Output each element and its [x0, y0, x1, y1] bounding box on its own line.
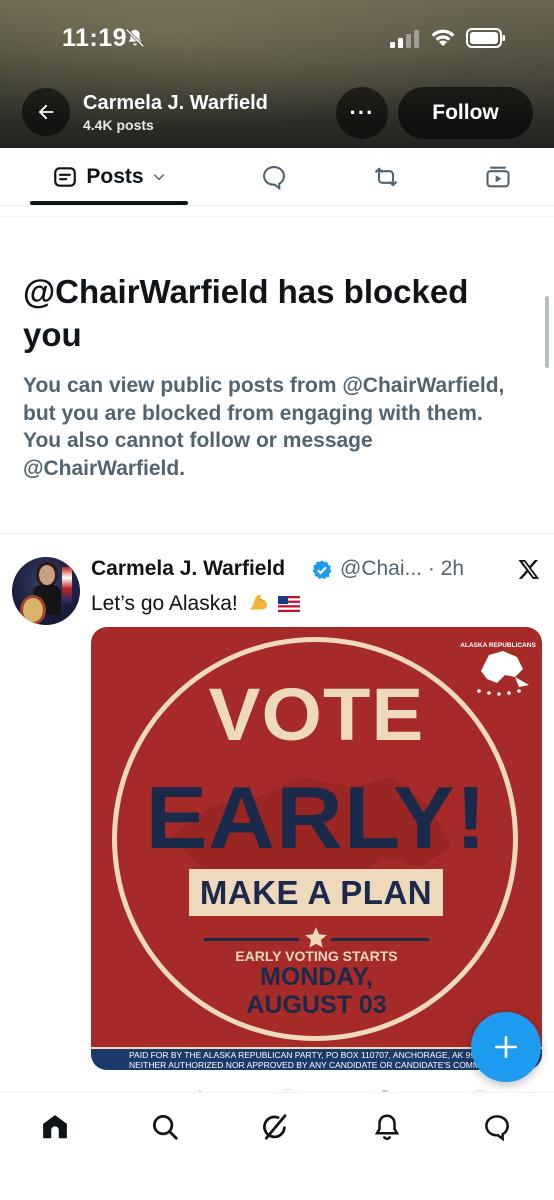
posts-icon: [54, 166, 77, 187]
nav-messages[interactable]: [479, 1109, 515, 1145]
blocked-description: You can view public posts from @ChairWar…: [23, 374, 505, 480]
tweet-text: Let’s go Alaska!: [91, 589, 301, 616]
post-count: 4.4K posts: [83, 117, 154, 133]
tweet-text-body: Let’s go Alaska!: [91, 592, 238, 615]
profile-name: Carmela J. Warfield: [83, 92, 268, 114]
chevron-down-icon: [153, 173, 164, 180]
poster-vote: VOTE: [208, 673, 425, 756]
x-logo-icon: [518, 560, 540, 579]
tab-replies[interactable]: [250, 148, 298, 205]
avatar[interactable]: [12, 557, 80, 625]
tab-media[interactable]: [474, 148, 522, 205]
bottom-navigation: [0, 1092, 554, 1200]
bell-muted-icon: [125, 28, 145, 48]
status-time: 11:19: [62, 24, 128, 52]
media-icon: [486, 166, 510, 187]
back-button[interactable]: [22, 88, 70, 136]
poster-starts: EARLY VOTING STARTS: [235, 948, 398, 964]
compose-post-button[interactable]: [471, 1012, 541, 1082]
search-icon: [153, 1115, 178, 1140]
home-icon: [43, 1115, 67, 1139]
tab-posts[interactable]: Posts: [30, 148, 188, 205]
tweet-image[interactable]: ALASKA REPUBLICANS VOTE EARLY! MAKE A PL…: [91, 627, 542, 1070]
messages-icon: [485, 1115, 509, 1142]
battery-icon: [466, 28, 505, 48]
badge-text: ALASKA REPUBLICANS: [460, 642, 536, 649]
nav-grok[interactable]: [257, 1109, 293, 1145]
more-options-button[interactable]: ···: [336, 87, 388, 139]
poster-date: AUGUST 03: [246, 991, 387, 1019]
arrow-left-icon: [38, 104, 54, 120]
reply-bubble-icon: [263, 165, 285, 190]
scrollbar[interactable]: [545, 296, 549, 368]
nav-notifications[interactable]: [369, 1109, 405, 1145]
follow-button[interactable]: Follow: [398, 87, 533, 139]
poster-early: EARLY!: [145, 768, 488, 867]
verified-badge-icon: [312, 560, 332, 580]
poster-plan-box: MAKE A PLAN: [189, 869, 443, 916]
repost-icon: [374, 166, 398, 187]
nav-search[interactable]: [147, 1109, 183, 1145]
tweet-handle-time: @Chai... · 2h: [340, 557, 465, 580]
profile-tabs: Posts: [0, 148, 554, 206]
active-tab-indicator: [30, 201, 188, 205]
cellular-signal-icon: [390, 30, 419, 48]
tab-reposts[interactable]: [362, 148, 410, 205]
flexed-biceps-icon: [249, 594, 267, 610]
divider: [0, 216, 554, 217]
poster-day: MONDAY,: [260, 963, 373, 991]
blocked-title: @ChairWarfield has blocked you: [23, 273, 469, 353]
profile-header: 11:19 Carmela J. Warfield 4.4K posts ···…: [0, 0, 554, 148]
plus-icon: [494, 1035, 518, 1059]
grok-icon: [263, 1114, 287, 1140]
us-flag-icon: [278, 596, 301, 612]
notifications-icon: [374, 1114, 400, 1140]
tab-posts-label: Posts: [86, 164, 144, 188]
wifi-icon: [431, 29, 455, 46]
divider: [0, 533, 554, 534]
poster-plan: MAKE A PLAN: [199, 873, 433, 911]
tweet-author-name[interactable]: Carmela J. Warfield: [91, 557, 285, 581]
nav-home[interactable]: [37, 1109, 73, 1145]
